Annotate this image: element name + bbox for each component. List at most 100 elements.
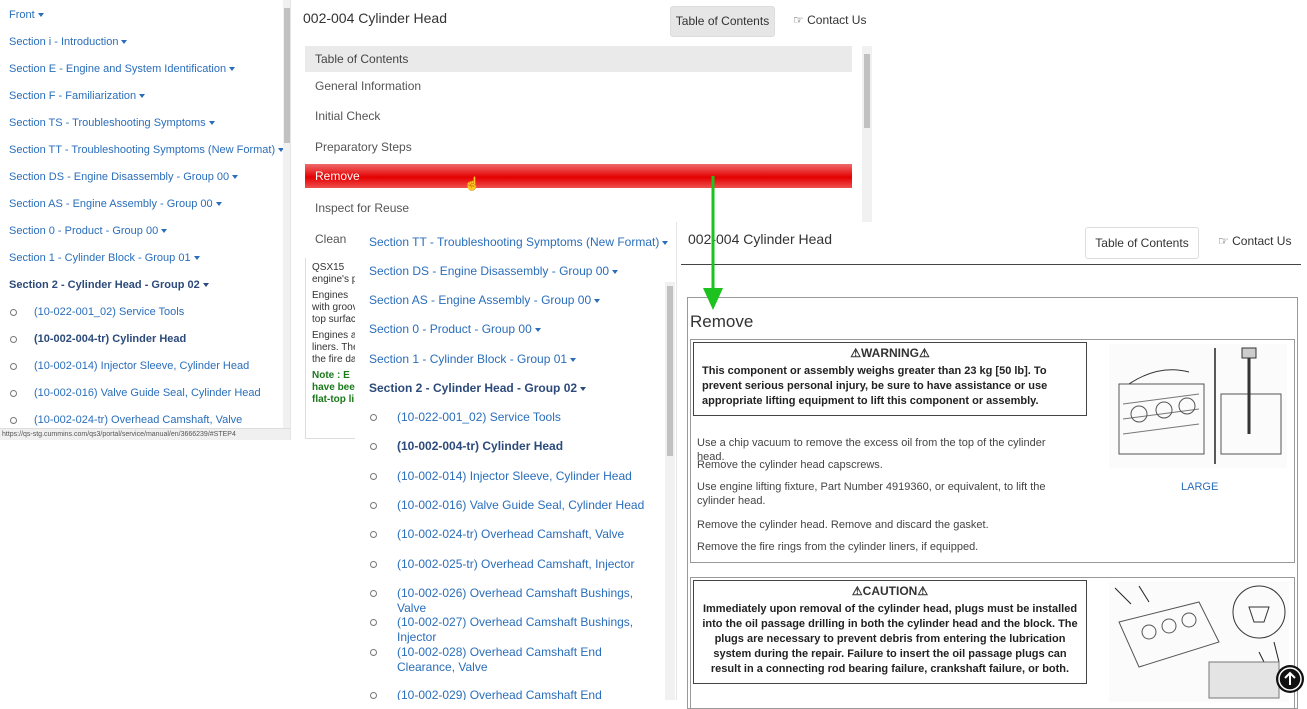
caution-text: Immediately upon removal of the cylinder… [702,603,1078,675]
warning-triangle-icon: ⚠ [917,584,929,598]
nav-subitem-injector-sleeve[interactable]: (10-002-014) Injector Sleeve, Cylinder H… [34,360,249,372]
page-title: 002-004 Cylinder Head [303,10,447,26]
toc-option-preparatory-steps[interactable]: Preparatory Steps [315,140,412,154]
body-paragraph: Engines with groov top surfac [312,290,358,325]
arrow-up-icon [1278,667,1302,691]
status-bar-url: https://qs-stg.cummins.com/qs3/portal/se… [0,428,292,440]
toc-option-inspect-for-reuse[interactable]: Inspect for Reuse [315,201,409,215]
toc-option-initial-check[interactable]: Initial Check [315,109,380,123]
table-of-contents-button[interactable]: Table of Contents [1085,227,1199,259]
bullet-icon [370,590,377,597]
nav-subitem-valve-guide-seal[interactable]: (10-002-016) Valve Guide Seal, Cylinder … [397,498,657,513]
section-heading: Remove [690,312,754,331]
nav-subitem-service-tools[interactable]: (10-022-001_02) Service Tools [34,306,184,318]
nav-item-section-ds[interactable]: Section DS - Engine Disassembly - Group … [369,264,618,278]
bullet-icon [10,390,17,397]
nav-subitem-camshaft-bushings-injector[interactable]: (10-002-027) Overhead Camshaft Bushings,… [397,615,657,645]
step-text: Remove the fire rings from the cylinder … [697,541,979,553]
bullet-icon [10,417,17,424]
page-title: 002-004 Cylinder Head [688,231,832,247]
nav-item-section-2[interactable]: Section 2 - Cylinder Head - Group 02 [9,279,209,291]
nav-item-section-2[interactable]: Section 2 - Cylinder Head - Group 02 [369,381,586,395]
scrollbar-thumb[interactable] [667,286,673,456]
caution-box: ⚠CAUTION⚠ Immediately upon removal of th… [693,580,1087,684]
warning-box: ⚠WARNING⚠ This component or assembly wei… [693,342,1087,416]
hand-cursor-icon: ☝ [464,176,481,191]
warning-triangle-icon: ⚠ [850,346,861,360]
nav-subitem-cylinder-head[interactable]: (10-002-004-tr) Cylinder Head [397,439,657,454]
divider [681,264,1301,265]
warning-title: WARNING [861,346,919,360]
scroll-to-top-button[interactable] [1276,665,1304,693]
nav-subitem-overhead-camshaft-valve[interactable]: (10-002-024-tr) Overhead Camshaft, Valve [397,527,657,542]
body-paragraph: Engines a liners. The the fire da [312,330,359,365]
nav-item-section-as[interactable]: Section AS - Engine Assembly - Group 00 [369,293,600,307]
bullet-icon [370,473,377,480]
cylinder-block-illustration[interactable] [1109,582,1289,702]
nav-item-section-0[interactable]: Section 0 - Product - Group 00 [369,322,541,336]
step-text: Use engine lifting fixture, Part Number … [697,481,1046,507]
bullet-icon [370,443,377,450]
caution-title: CAUTION [862,584,918,598]
bullet-icon [370,531,377,538]
table-of-contents-button[interactable]: Table of Contents [670,6,775,37]
nav-subitem-service-tools[interactable]: (10-022-001_02) Service Tools [397,410,657,425]
nav-subitem-camshaft-end-clearance[interactable]: (10-002-029) Overhead Camshaft End Clear… [397,688,657,700]
engine-illustration[interactable] [1109,344,1287,468]
body-paragraph: QSX15 engine's p [312,262,358,285]
left-nav-panel: Front Section i - Introduction Section E… [0,0,292,440]
nav-item-section-0[interactable]: Section 0 - Product - Group 00 [9,225,167,237]
nav-item-introduction[interactable]: Section i - Introduction [9,36,127,48]
bullet-icon [10,309,17,316]
remove-step-box: ⚠WARNING⚠ This component or assembly wei… [690,339,1295,563]
toc-option-remove[interactable]: Remove [305,164,852,188]
nav-subitem-cylinder-head[interactable]: (10-002-004-tr) Cylinder Head [34,333,186,345]
contact-us-button[interactable]: ☞ Contact Us [1218,234,1291,248]
nav-overlay-panel: Section TT - Troubleshooting Symptoms (N… [355,222,675,700]
warning-triangle-icon: ⚠ [851,584,863,598]
caution-step-box: ⚠CAUTION⚠ Immediately upon removal of th… [690,577,1295,708]
contact-us-label: Contact Us [1232,234,1292,248]
toc-dropdown-header: Table of Contents [305,46,852,72]
nav-subitem-camshaft-bushings-valve[interactable]: (10-002-026) Overhead Camshaft Bushings,… [397,586,657,616]
bullet-icon [370,414,377,421]
large-image-link[interactable]: LARGE [1181,481,1218,493]
step-text: Remove the cylinder head capscrews. [697,459,883,471]
nav-item-section-ts[interactable]: Section TS - Troubleshooting Symptoms [9,117,215,129]
bullet-icon [370,502,377,509]
warning-text: This component or assembly weighs greate… [702,365,1048,407]
bullet-icon [10,336,17,343]
nav-subitem-valve-guide-seal[interactable]: (10-002-016) Valve Guide Seal, Cylinder … [34,387,261,399]
nav-item-section-e[interactable]: Section E - Engine and System Identifica… [9,63,235,75]
nav-item-front[interactable]: Front [9,9,44,21]
nav-item-section-as[interactable]: Section AS - Engine Assembly - Group 00 [9,198,222,210]
scrollbar-thumb[interactable] [864,54,870,128]
contact-us-label: Contact Us [807,13,867,27]
nav-item-section-ds[interactable]: Section DS - Engine Disassembly - Group … [9,171,238,183]
nav-item-section-1[interactable]: Section 1 - Cylinder Block - Group 01 [369,352,576,366]
nav-subitem-injector-sleeve[interactable]: (10-002-014) Injector Sleeve, Cylinder H… [397,469,657,484]
contact-us-button[interactable]: ☞ Contact Us [793,13,866,27]
nav-subitem-overhead-camshaft-injector[interactable]: (10-002-025-tr) Overhead Camshaft, Injec… [397,557,657,572]
nav-item-section-1[interactable]: Section 1 - Cylinder Block - Group 01 [9,252,200,264]
warning-triangle-icon: ⚠ [919,346,930,360]
content-window: 002-004 Cylinder Head Table of Contents … [676,222,1307,709]
hand-pointer-icon: ☞ [1218,234,1229,248]
hand-pointer-icon: ☞ [793,13,804,27]
toc-option-clean[interactable]: Clean [315,232,346,246]
nav-item-section-tt[interactable]: Section TT - Troubleshooting Symptoms (N… [9,144,284,156]
toc-option-general-information[interactable]: General Information [315,79,421,93]
bullet-icon [370,649,377,656]
procedure-content: Remove ⚠WARNING⚠ This component or assem… [687,297,1298,709]
nav-subitem-overhead-camshaft-valve[interactable]: (10-002-024-tr) Overhead Camshaft, Valve [34,414,242,426]
nav-subitem-camshaft-end-clearance-valve[interactable]: (10-002-028) Overhead Camshaft End Clear… [397,645,657,675]
nav-item-section-f[interactable]: Section F - Familiarization [9,90,145,102]
step-text: Remove the cylinder head. Remove and dis… [697,519,989,531]
bullet-icon [370,619,377,626]
bullet-icon [370,561,377,568]
nav-overlay-scrollbar[interactable] [665,282,675,700]
bullet-icon [10,363,17,370]
toc-option-remove-label: Remove [315,169,360,183]
bullet-icon [370,692,377,699]
nav-item-section-tt[interactable]: Section TT - Troubleshooting Symptoms (N… [369,235,668,249]
